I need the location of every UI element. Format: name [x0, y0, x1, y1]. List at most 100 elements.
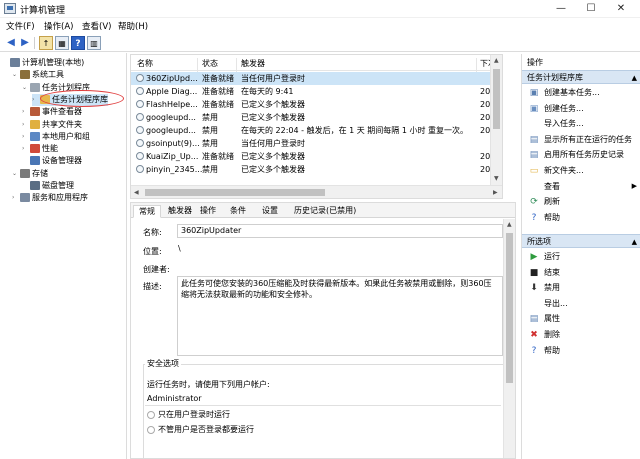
tree-node-label: 服务和应用程序: [32, 193, 88, 203]
table-row[interactable]: Apple Diag...准备就绪在每天的 9:412020/1: [131, 85, 502, 98]
action-item[interactable]: ✖ 删除: [522, 327, 640, 342]
back-icon[interactable]: ◀: [4, 36, 18, 50]
action-item[interactable]: ▣ 创建任务...: [522, 101, 640, 116]
table-row[interactable]: FlashHelpe...准备就绪已定义多个触发器2020/1: [131, 98, 502, 111]
scroll-right-icon[interactable]: ▶: [493, 189, 498, 196]
tab-actions[interactable]: 操作: [195, 205, 221, 218]
action-item[interactable]: ▣ 创建基本任务...: [522, 85, 640, 100]
scroll-left-icon[interactable]: ◀: [134, 189, 139, 196]
scroll-up-icon[interactable]: ▲: [494, 57, 499, 64]
tab-general[interactable]: 常规: [133, 205, 161, 218]
navigation-tree: 计算机管理(本地) ⌄ 系统工具 ⌄ 任务计划程序 › 任务计划程序库 › 事件查看器 › 共享文件…: [0, 53, 127, 459]
action-item[interactable]: ■ 结束: [522, 265, 640, 280]
action-item[interactable]: ▤ 启用所有任务历史记录: [522, 147, 640, 162]
action-item[interactable]: ? 帮助: [522, 343, 640, 358]
radio-icon[interactable]: [147, 425, 155, 434]
toolbar-separator: [34, 37, 35, 49]
tree-node[interactable]: 磁盘管理: [22, 180, 74, 192]
run-as-label: 运行任务时，请使用下列用户帐户:: [147, 380, 270, 389]
name-field[interactable]: 360ZipUpdater: [177, 224, 503, 238]
action-item[interactable]: ⟳ 刷新: [522, 194, 640, 209]
column-trigger[interactable]: 触发器: [241, 58, 265, 69]
expand-icon[interactable]: ›: [12, 192, 20, 204]
collapse-icon[interactable]: ⌄: [12, 168, 20, 180]
menu-file[interactable]: 文件(F): [6, 20, 35, 32]
scroll-thumb[interactable]: [493, 69, 500, 129]
details-tabs: 常规 触发器 操作 条件 设置 历史记录(已禁用): [131, 203, 515, 218]
cell-name: googleupd...: [134, 124, 196, 137]
enable-history-icon: ▤: [529, 150, 539, 161]
scroll-thumb[interactable]: [506, 233, 513, 383]
show-hide-tree-icon[interactable]: ▦: [55, 36, 69, 50]
help-icon[interactable]: ?: [71, 36, 85, 50]
actions-section-library[interactable]: 任务计划程序库 ▲: [522, 70, 640, 84]
task-name: KuaiZip_Up...: [146, 152, 199, 161]
action-label: 结束: [544, 267, 560, 277]
tree-node[interactable]: 计算机管理(本地): [2, 57, 84, 69]
task-name: 360ZipUpd...: [146, 74, 198, 83]
view-icon: [529, 182, 539, 192]
collapse-icon[interactable]: ⌄: [12, 69, 20, 81]
collapse-up-icon[interactable]: ▲: [632, 235, 637, 249]
expand-icon[interactable]: ›: [22, 143, 30, 155]
table-row[interactable]: KuaiZip_Up...准备就绪已定义多个触发器2020/1: [131, 150, 502, 163]
action-item[interactable]: 导出...: [522, 296, 640, 311]
scroll-thumb[interactable]: [145, 189, 325, 196]
action-label: 导出...: [544, 298, 568, 308]
action-item[interactable]: 导入任务...: [522, 116, 640, 131]
option-run-always[interactable]: 不管用户是否登录都要运行: [147, 424, 254, 435]
tree-node[interactable]: ⌄ 系统工具: [12, 69, 64, 81]
tree-node[interactable]: 设备管理器: [22, 155, 82, 167]
collapse-up-icon[interactable]: ▲: [632, 71, 637, 85]
tree-node[interactable]: › 服务和应用程序: [12, 192, 88, 204]
expand-icon[interactable]: ›: [22, 131, 30, 143]
table-row[interactable]: googleupd... 禁用 在每天的 22:04 - 触发后，在 1 天 期间每…: [131, 124, 502, 137]
table-row[interactable]: googleupd...禁用已定义多个触发器2020/1: [131, 111, 502, 124]
column-status[interactable]: 状态: [202, 58, 218, 69]
action-item[interactable]: ⬇ 禁用: [522, 280, 640, 295]
tab-settings[interactable]: 设置: [257, 205, 283, 218]
table-row[interactable]: pinyin_2345...禁用已定义多个触发器2020/1: [131, 163, 502, 176]
action-label: 禁用: [544, 283, 560, 293]
collapse-icon[interactable]: ⌄: [22, 82, 30, 94]
tree-node[interactable]: › 事件查看器: [22, 106, 82, 118]
tree-node[interactable]: ⌄ 存储: [12, 168, 48, 180]
minimize-button[interactable]: —: [546, 0, 576, 18]
actions-section-selected[interactable]: 所选项 ▲: [522, 234, 640, 248]
menu-action[interactable]: 操作(A): [44, 20, 73, 32]
radio-icon[interactable]: [147, 410, 155, 419]
up-folder-icon[interactable]: ↑: [39, 36, 53, 50]
scroll-up-icon[interactable]: ▲: [507, 221, 512, 228]
table-row[interactable]: gsoinput(9)... 禁用 当任何用户登录时: [131, 137, 491, 150]
option-run-logged-on[interactable]: 只在用户登录时运行: [147, 409, 230, 420]
tree-node[interactable]: › 性能: [22, 143, 58, 155]
tab-history[interactable]: 历史记录(已禁用): [289, 205, 361, 218]
action-item[interactable]: 查看 ▶: [522, 179, 640, 194]
expand-icon[interactable]: ›: [32, 94, 40, 106]
task-list-vertical-scrollbar[interactable]: ▲ ▼: [490, 55, 502, 185]
tree-node[interactable]: › 共享文件夹: [22, 119, 82, 131]
action-item[interactable]: ▶ 运行: [522, 249, 640, 264]
action-item[interactable]: ? 帮助: [522, 210, 640, 225]
description-field[interactable]: 此任务可使您安装的360压缩能及时获得最新版本。如果此任务被禁用或删除，则360…: [177, 276, 503, 356]
console-icon[interactable]: ▥: [87, 36, 101, 50]
run-as-user: Administrator: [147, 394, 202, 403]
details-vertical-scrollbar[interactable]: ▲: [503, 219, 515, 458]
action-item[interactable]: ▤ 显示所有正在运行的任务: [522, 132, 640, 147]
menu-help[interactable]: 帮助(H): [118, 20, 148, 32]
tab-conditions[interactable]: 条件: [225, 205, 251, 218]
column-name[interactable]: 名称: [137, 58, 153, 69]
action-item[interactable]: ▭ 新文件夹...: [522, 163, 640, 178]
scroll-down-icon[interactable]: ▼: [494, 175, 499, 182]
expand-icon[interactable]: ›: [22, 119, 30, 131]
table-row[interactable]: 360ZipUpd... 准备就绪 当任何用户登录时: [131, 72, 491, 85]
tree-node[interactable]: › 本地用户和组: [22, 131, 90, 143]
expand-icon[interactable]: ›: [22, 106, 30, 118]
close-button[interactable]: ✕: [606, 0, 636, 18]
action-item[interactable]: ▤ 属性: [522, 311, 640, 326]
task-list-horizontal-scrollbar[interactable]: ◀ ▶: [131, 185, 502, 198]
tab-triggers[interactable]: 触发器: [163, 205, 197, 218]
maximize-button[interactable]: ☐: [576, 0, 606, 18]
forward-icon[interactable]: ▶: [18, 36, 32, 50]
menu-view[interactable]: 查看(V): [82, 20, 111, 32]
